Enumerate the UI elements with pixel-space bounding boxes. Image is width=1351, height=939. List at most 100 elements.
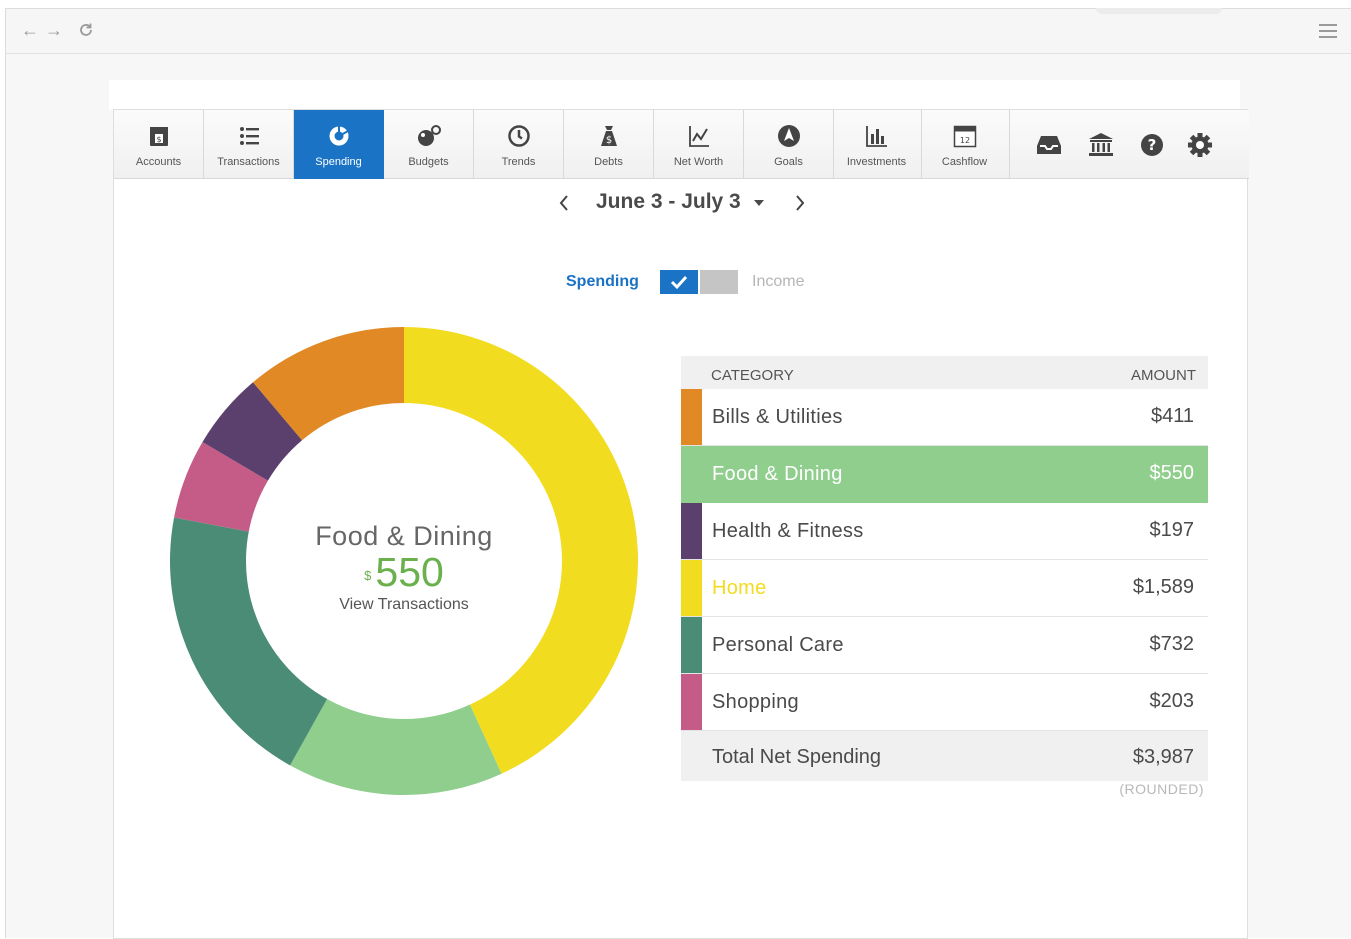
amount-value: 550 [375, 549, 444, 595]
donut-chart-icon [294, 124, 383, 148]
tab-investments[interactable]: Investments [832, 110, 922, 179]
category-table: CATEGORY AMOUNT Bills & Utilities $411 Foo… [681, 356, 1208, 797]
settings-gear-icon[interactable] [1187, 132, 1213, 158]
category-color-swatch [681, 674, 702, 730]
svg-text:?: ? [1148, 136, 1157, 154]
tab-net-worth[interactable]: Net Worth [654, 110, 744, 179]
row-category: Health & Fitness [712, 520, 864, 542]
tab-label: Transactions [217, 156, 280, 168]
row-amount: $203 [1149, 690, 1195, 712]
tab-budgets[interactable]: Budgets [384, 110, 474, 179]
toggle-off-segment [700, 270, 738, 294]
tab-label: Cashflow [941, 156, 988, 168]
currency-symbol: $ [364, 568, 372, 583]
calendar-icon: 12 [920, 124, 1009, 148]
previous-period-chevron-icon[interactable] [556, 192, 572, 214]
row-category: Home [712, 577, 767, 599]
inbox-icon[interactable] [1036, 132, 1062, 158]
next-period-chevron-icon[interactable] [792, 192, 808, 214]
spending-donut-chart: Food & Dining $550 View Transactions [168, 325, 640, 797]
spending-income-toggle-row: Spending Income [114, 268, 1247, 296]
tab-label: Budgets [408, 156, 449, 168]
table-row[interactable]: Shopping $203 [681, 674, 1208, 731]
checkmark-icon [670, 275, 688, 290]
row-amount: $1,589 [1132, 576, 1194, 598]
income-toggle-label[interactable]: Income [752, 273, 804, 291]
calendar-day: 12 [959, 136, 969, 145]
tab-cashflow[interactable]: 12 Cashflow [920, 110, 1010, 179]
bank-icon[interactable] [1088, 132, 1114, 158]
line-chart-icon [654, 124, 743, 148]
spending-income-toggle[interactable] [660, 270, 738, 294]
selected-category-name: Food & Dining [315, 521, 493, 551]
table-row[interactable]: Health & Fitness $197 [681, 503, 1208, 560]
tab-label: Debts [594, 156, 623, 168]
category-color-swatch [681, 560, 702, 616]
main-toolbar: $ Accounts Transactions Spending Budgets [114, 110, 1249, 179]
spending-toggle-label[interactable]: Spending [566, 273, 639, 291]
utility-icons: ? [1009, 110, 1249, 179]
budgets-icon [384, 124, 473, 148]
category-color-swatch [681, 446, 702, 502]
tab-label: Goals [774, 156, 803, 168]
wallet-icon: $ [114, 124, 203, 148]
category-column-header[interactable]: CATEGORY [711, 367, 794, 384]
view-transactions-link[interactable]: View Transactions [288, 596, 520, 614]
table-row[interactable]: Home $1,589 [681, 560, 1208, 617]
category-color-swatch [681, 389, 702, 445]
table-row[interactable]: Food & Dining $550 [681, 446, 1208, 503]
tab-trends[interactable]: Trends [474, 110, 564, 179]
help-icon[interactable]: ? [1139, 132, 1165, 158]
table-row[interactable]: Personal Care $732 [681, 617, 1208, 674]
tab-label: Investments [846, 156, 907, 168]
browser-menu-icon[interactable] [1319, 24, 1337, 38]
bar-chart-icon [832, 124, 921, 148]
tab-label: Net Worth [673, 156, 724, 168]
page-header-strip [109, 80, 1240, 110]
app-container: $ Accounts Transactions Spending Budgets [113, 109, 1249, 939]
tab-accounts[interactable]: $ Accounts [114, 110, 204, 179]
forward-arrow-icon[interactable]: → [44, 19, 64, 41]
browser-tab-edge [1096, 8, 1222, 14]
tab-debts[interactable]: $ Debts [564, 110, 654, 179]
date-dropdown-caret-icon[interactable] [754, 200, 764, 206]
svg-text:$: $ [156, 135, 161, 144]
donut-center-summary: Food & Dining $550 View Transactions [288, 521, 520, 614]
category-color-swatch [681, 503, 702, 559]
tab-goals[interactable]: Goals [744, 110, 834, 179]
date-range-nav: June 3 - July 3 [114, 188, 1247, 218]
row-category: Bills & Utilities [712, 406, 843, 428]
row-amount: $411 [1150, 405, 1194, 427]
category-color-swatch [681, 617, 702, 673]
total-row: Total Net Spending $3,987 [681, 731, 1208, 781]
row-category: Food & Dining [712, 463, 843, 485]
total-label: Total Net Spending [712, 746, 882, 768]
tab-transactions[interactable]: Transactions [204, 110, 294, 179]
table-header: CATEGORY AMOUNT [681, 356, 1208, 389]
table-row[interactable]: Bills & Utilities $411 [681, 389, 1208, 446]
amount-column-header[interactable]: AMOUNT [1131, 367, 1196, 384]
total-amount: $3,987 [1132, 746, 1194, 768]
row-category: Shopping [712, 691, 799, 713]
toggle-on-segment [660, 270, 698, 294]
row-amount: $197 [1149, 519, 1195, 541]
row-amount: $732 [1149, 633, 1195, 655]
rounded-footnote: (ROUNDED) [1119, 781, 1204, 797]
browser-toolbar: ← → [6, 8, 1351, 54]
donut-slice-food-dining[interactable] [290, 699, 502, 795]
tab-label: Spending [315, 156, 362, 168]
svg-text:$: $ [605, 135, 611, 146]
money-bag-icon: $ [564, 124, 653, 148]
tab-label: Trends [501, 156, 536, 168]
row-amount: $550 [1149, 462, 1195, 484]
tab-spending[interactable]: Spending [294, 110, 384, 179]
compass-icon [744, 124, 833, 148]
list-icon [204, 124, 293, 148]
reload-icon[interactable] [76, 19, 96, 41]
date-range-label[interactable]: June 3 - July 3 [596, 190, 741, 214]
clock-icon [474, 124, 563, 148]
tab-label: Accounts [135, 156, 182, 168]
row-category: Personal Care [712, 634, 844, 656]
selected-category-amount: $550 [288, 550, 520, 594]
back-arrow-icon[interactable]: ← [20, 19, 40, 41]
